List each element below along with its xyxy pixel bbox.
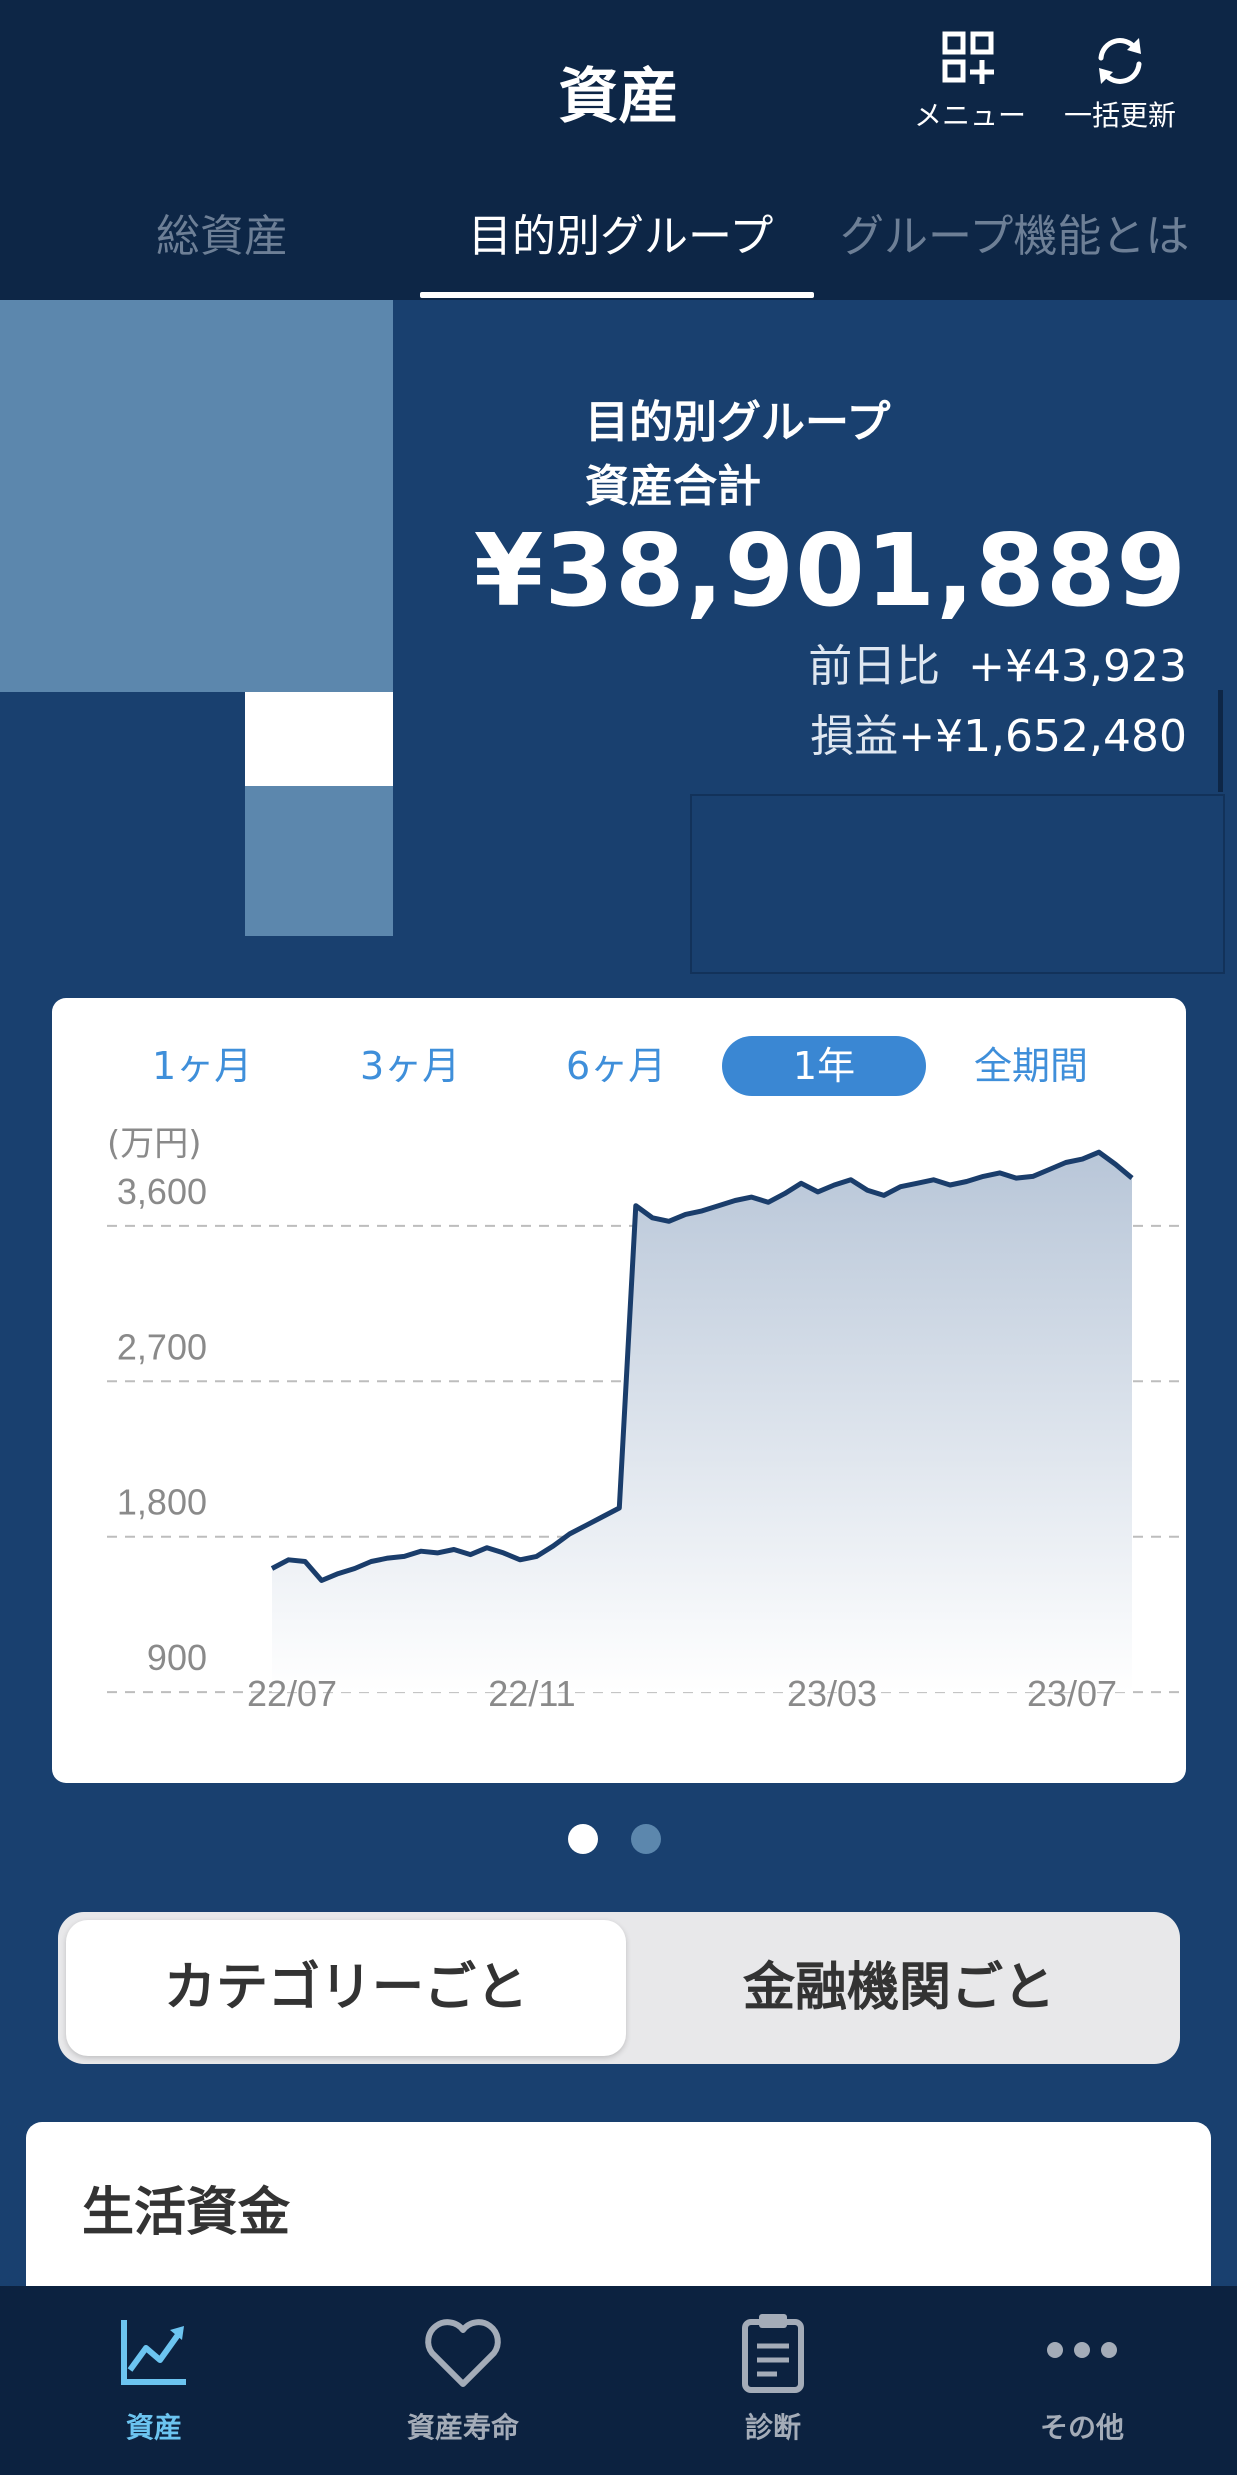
profit-loss-row: 損益+¥1,652,480: [810, 700, 1187, 764]
clipboard-icon: [742, 2314, 804, 2393]
view-segmented-control: カテゴリーごと 金融機関ごと: [58, 1912, 1180, 2064]
heart-icon: [425, 2319, 501, 2387]
x-tick-label: 23/07: [1027, 1673, 1117, 1714]
decor-line: [1218, 690, 1223, 792]
y-tick-label: 2,700: [117, 1326, 207, 1367]
y-tick-label: 1,800: [117, 1482, 207, 1523]
decor-block: [245, 786, 393, 936]
asset-chart-card: 1ヶ月 3ヶ月 6ヶ月 1年 全期間 (万円) 900 1,800 2,700 3,6…: [52, 998, 1186, 1783]
menu-button[interactable]: メニュー: [895, 28, 1045, 134]
tab-purpose-groups[interactable]: 目的別グループ: [468, 200, 773, 264]
x-tick-label: 22/11: [488, 1673, 575, 1714]
x-tick-label: 22/07: [247, 1673, 337, 1714]
y-tick-label: 3,600: [117, 1171, 207, 1212]
grid-plus-icon: [942, 31, 994, 84]
nav-asset-longevity-label: 資産寿命: [406, 2411, 519, 2444]
nav-other-label: その他: [1039, 2411, 1124, 2444]
asset-line-chart: 900 1,800 2,700 3,600 22/07 22/11 23/03 23/07: [107, 1149, 1182, 1714]
refresh-all-button[interactable]: 一括更新: [1045, 28, 1195, 134]
bottom-nav: 資産 資産寿命 診断 その他: [0, 2286, 1237, 2475]
group-title: 生活資金: [82, 2183, 291, 2243]
decor-block: [0, 300, 393, 692]
day-change-row: 前日比 +¥43,923: [808, 630, 1187, 694]
chart-area: [272, 1152, 1132, 1693]
page-dot-active[interactable]: [568, 1824, 598, 1854]
top-bar: 資産 メニュー 一括更新 総資産 目的別グループ グループ機能とは: [0, 0, 1237, 300]
nav-diagnosis[interactable]: 診断: [653, 2310, 893, 2446]
chart-line-icon: [121, 2320, 186, 2385]
nav-diagnosis-label: 診断: [744, 2411, 801, 2444]
summary-label: 資産合計: [585, 461, 761, 512]
tab-about-groups[interactable]: グループ機能とは: [840, 200, 1189, 264]
total-assets-value: ¥38,901,889: [473, 512, 1187, 629]
decor-outline: [690, 794, 1225, 974]
summary-label: 目的別グループ: [585, 397, 891, 448]
decor-block: [245, 692, 393, 786]
day-change-label: 前日比: [808, 641, 941, 692]
more-icon: [1047, 2342, 1117, 2358]
profit-loss-value: +¥1,652,480: [898, 711, 1187, 762]
active-tab-indicator: [420, 292, 814, 298]
nav-other[interactable]: その他: [962, 2310, 1202, 2446]
nav-assets-label: 資産: [125, 2411, 182, 2444]
refresh-icon: [1098, 38, 1142, 84]
tab-total-assets[interactable]: 総資産: [156, 200, 288, 264]
refresh-all-label: 一括更新: [1063, 99, 1176, 132]
nav-assets[interactable]: 資産: [34, 2310, 274, 2446]
menu-label: メニュー: [913, 99, 1026, 132]
segment-by-institution[interactable]: 金融機関ごと: [626, 1920, 1172, 2056]
tab-bar: 総資産 目的別グループ グループ機能とは: [0, 180, 1237, 300]
profit-loss-label: 損益: [810, 711, 899, 762]
x-tick-label: 23/03: [787, 1673, 877, 1714]
day-change-value: +¥43,923: [968, 641, 1187, 692]
page-dot[interactable]: [631, 1824, 661, 1854]
nav-asset-longevity[interactable]: 資産寿命: [343, 2310, 583, 2446]
segment-by-category[interactable]: カテゴリーごと: [66, 1920, 626, 2056]
summary-section: 目的別グループ 資産合計 ¥38,901,889 前日比 +¥43,923 損益…: [0, 300, 1237, 980]
y-tick-label: 900: [147, 1637, 207, 1678]
